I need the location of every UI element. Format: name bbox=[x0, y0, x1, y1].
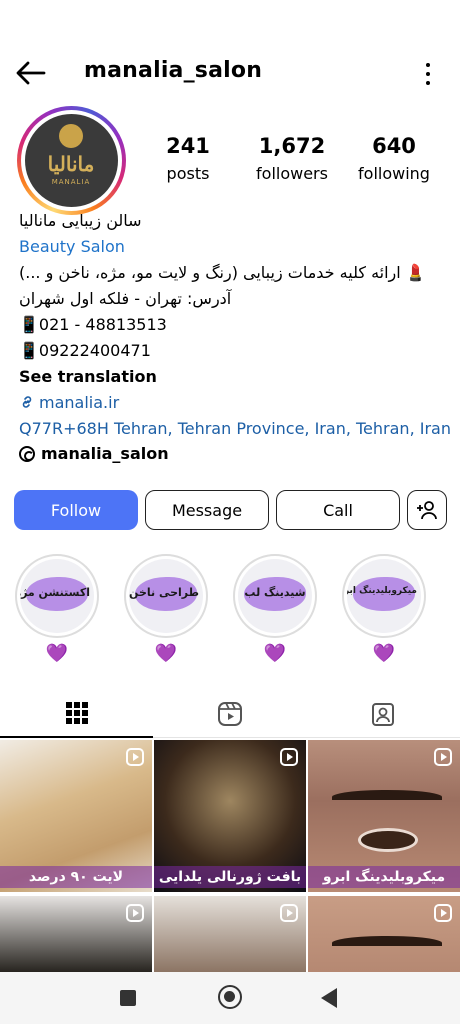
home-icon[interactable] bbox=[218, 985, 242, 1009]
post-tile[interactable]: بافت ژورنالی یلدایی bbox=[154, 740, 306, 892]
avatar[interactable]: مانالیا MANALIA bbox=[25, 114, 118, 207]
profile-tabs bbox=[0, 690, 460, 738]
website-link[interactable]: manalia.ir bbox=[19, 390, 449, 416]
following-stat[interactable]: 640 following bbox=[352, 134, 436, 183]
post-caption: لایت ۹۰ درصد bbox=[0, 866, 152, 888]
top-bar: manalia_salon bbox=[0, 48, 460, 98]
following-label: following bbox=[358, 164, 430, 183]
profile-bio: سالن زیبایی مانالیا Beauty Salon 💄 ارائه… bbox=[19, 208, 451, 442]
story-highlight[interactable]: طراحی ناخن 💜 bbox=[124, 554, 208, 664]
more-options-button[interactable] bbox=[418, 60, 438, 88]
category-label[interactable]: Beauty Salon bbox=[19, 234, 449, 260]
purple-heart-icon: 💜 bbox=[263, 643, 287, 664]
highlight-title: شیدینگ لب bbox=[244, 586, 306, 599]
grid-icon bbox=[65, 702, 88, 724]
following-count: 640 bbox=[372, 134, 416, 158]
website-text: manalia.ir bbox=[39, 393, 120, 412]
location-link[interactable]: Q77R+68H Tehran, Tehran Province, Iran, … bbox=[19, 416, 451, 442]
message-button[interactable]: Message bbox=[145, 490, 269, 530]
post-tile[interactable]: میکروبلیدینگ ابرو bbox=[308, 740, 460, 892]
link-icon bbox=[22, 396, 32, 408]
tab-grid[interactable] bbox=[0, 690, 153, 738]
story-ring[interactable]: مانالیا MANALIA bbox=[17, 106, 126, 215]
tab-reels[interactable] bbox=[153, 690, 306, 738]
story-highlight[interactable]: شیدینگ لب 💜 bbox=[233, 554, 317, 664]
profile-username: manalia_salon bbox=[84, 58, 263, 83]
posts-count: 241 bbox=[166, 134, 210, 158]
post-tile[interactable]: لایت ۹۰ درصد bbox=[0, 740, 152, 892]
purple-heart-icon: 💜 bbox=[372, 643, 396, 664]
bio-address: آدرس: تهران - فلکه اول شهران bbox=[19, 289, 232, 308]
bio-description: 💄 ارائه کلیه خدمات زیبایی (رنگ و لایت مو… bbox=[19, 263, 426, 282]
back-button[interactable] bbox=[14, 58, 48, 88]
recent-apps-icon[interactable] bbox=[120, 990, 136, 1006]
avatar-logo-subtext: MANALIA bbox=[51, 178, 91, 186]
tagged-user-icon bbox=[371, 703, 394, 726]
posts-label: posts bbox=[166, 164, 210, 183]
story-highlight[interactable]: اکستنشن مژه 💜 bbox=[15, 554, 99, 664]
threads-handle: manalia_salon bbox=[41, 444, 169, 463]
arrow-left-icon bbox=[16, 61, 46, 85]
follow-button[interactable]: Follow bbox=[14, 490, 138, 530]
more-vertical-icon bbox=[426, 63, 430, 67]
add-user-icon bbox=[417, 501, 437, 520]
reel-icon bbox=[126, 748, 144, 766]
bio-phone-mobile: 📱09222400471 bbox=[19, 341, 151, 360]
reel-icon bbox=[280, 904, 298, 922]
highlight-title: طراحی ناخن bbox=[129, 586, 199, 599]
bio-phone-landline: 📱021 - 48813513 bbox=[19, 315, 167, 334]
reel-icon bbox=[434, 904, 452, 922]
highlight-title: اکستنشن مژه bbox=[20, 586, 90, 599]
purple-heart-icon: 💜 bbox=[45, 643, 69, 664]
system-nav-bar bbox=[0, 972, 460, 1024]
highlight-title: میکروبلیدینگ ابرو bbox=[347, 586, 417, 596]
display-name: سالن زیبایی مانالیا bbox=[19, 211, 142, 230]
post-caption: بافت ژورنالی یلدایی bbox=[154, 866, 306, 888]
reels-icon bbox=[217, 702, 242, 726]
posts-stat[interactable]: 241 posts bbox=[152, 134, 224, 183]
purple-heart-icon: 💜 bbox=[154, 643, 178, 664]
reel-icon bbox=[126, 904, 144, 922]
threads-badge[interactable]: manalia_salon bbox=[19, 444, 169, 463]
threads-icon bbox=[19, 445, 35, 462]
reel-icon bbox=[434, 748, 452, 766]
followers-stat[interactable]: 1,672 followers bbox=[246, 134, 338, 183]
post-caption: میکروبلیدینگ ابرو bbox=[308, 866, 460, 888]
story-highlight[interactable]: میکروبلیدینگ ابرو 💜 bbox=[342, 554, 426, 664]
reel-icon bbox=[280, 748, 298, 766]
logo-emblem-icon bbox=[59, 124, 83, 148]
avatar-logo-text: مانالیا bbox=[47, 152, 95, 176]
call-button[interactable]: Call bbox=[276, 490, 400, 530]
see-translation-link[interactable]: See translation bbox=[19, 364, 449, 390]
followers-count: 1,672 bbox=[258, 134, 326, 158]
suggested-users-button[interactable] bbox=[407, 490, 447, 530]
followers-label: followers bbox=[256, 164, 328, 183]
back-triangle-icon[interactable] bbox=[321, 988, 337, 1008]
tab-tagged[interactable] bbox=[306, 690, 459, 738]
